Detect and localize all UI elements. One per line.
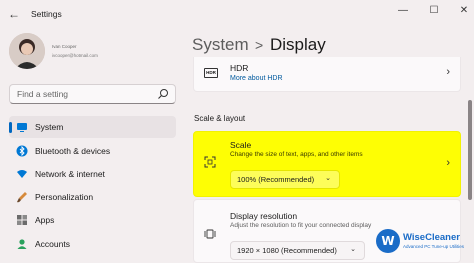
active-indicator [9,122,12,133]
resolution-dropdown[interactable]: 1920 × 1080 (Recommended) ⌄ [230,241,365,260]
wisecleaner-watermark: W WiseCleaner Advanced PC Tune-up Utilit… [376,227,474,257]
sidebar-item-label: Bluetooth & devices [35,146,111,156]
page-title: Display [270,35,326,54]
chevron-down-icon: ⌄ [350,246,356,253]
resolution-description: Adjust the resolution to fit your connec… [230,222,372,229]
title-bar: ← Settings — ☐ ✕ [0,0,474,28]
sidebar-item-label: System [35,122,64,132]
scale-description: Change the size of text, apps, and other… [230,151,363,158]
apps-icon [17,215,27,225]
maximize-icon[interactable]: ☐ [426,4,442,18]
scrollbar[interactable] [468,100,472,200]
back-arrow-icon[interactable]: ← [6,6,22,22]
scale-dropdown[interactable]: 100% (Recommended) ⌄ [230,170,340,189]
profile-email: ivcooper@hotmail.com [52,53,98,58]
system-icon [17,123,27,132]
chevron-down-icon: ⌄ [325,175,331,182]
breadcrumb-separator: > [255,37,264,53]
sidebar-item-bluetooth[interactable]: Bluetooth & devices [9,140,176,162]
chevron-right-icon: › [446,66,450,78]
minimize-icon[interactable]: — [395,4,411,18]
hdr-icon: HDR [204,68,218,78]
search-icon[interactable] [157,88,169,100]
sidebar-item-label: Accounts [35,239,70,249]
avatar[interactable] [9,33,45,69]
search-input[interactable]: Find a setting [9,84,176,104]
sidebar-item-system[interactable]: System [9,116,176,138]
profile-name: Ivan Cooper [52,44,77,49]
app-title: Settings [31,9,62,19]
scale-value: 100% (Recommended) [237,175,315,184]
search-placeholder: Find a setting [17,89,69,99]
sidebar-item-network[interactable]: Network & internet [9,163,176,185]
sidebar-item-accounts[interactable]: Accounts [9,233,176,255]
sidebar-item-apps[interactable]: Apps [9,209,176,231]
hdr-title: HDR [230,63,249,73]
close-icon[interactable]: ✕ [456,4,472,18]
wisecleaner-logo: W [376,229,400,253]
sidebar-item-label: Personalization [35,192,94,202]
scale-card[interactable]: Scale Change the size of text, apps, and… [193,131,461,197]
chevron-right-icon: › [446,157,450,169]
hdr-link[interactable]: More about HDR [230,75,283,82]
breadcrumb-parent[interactable]: System [192,35,249,55]
hdr-card[interactable]: HDR HDR More about HDR › [193,57,461,92]
resolution-title: Display resolution [230,211,298,221]
scale-title: Scale [230,140,252,150]
brush-icon [17,192,27,203]
sidebar-item-label: Apps [35,215,55,225]
bluetooth-icon [16,145,28,157]
sidebar-item-personalization[interactable]: Personalization [9,186,176,208]
resolution-icon [204,229,216,239]
account-icon [17,239,27,249]
section-title: Scale & layout [194,114,246,123]
sidebar-item-label: Network & internet [35,169,105,179]
resolution-value: 1920 × 1080 (Recommended) [237,246,337,255]
watermark-name: WiseCleaner [403,232,460,243]
watermark-tagline: Advanced PC Tune-up Utilities [403,244,465,249]
scale-icon [204,156,216,168]
wifi-icon [17,170,27,178]
